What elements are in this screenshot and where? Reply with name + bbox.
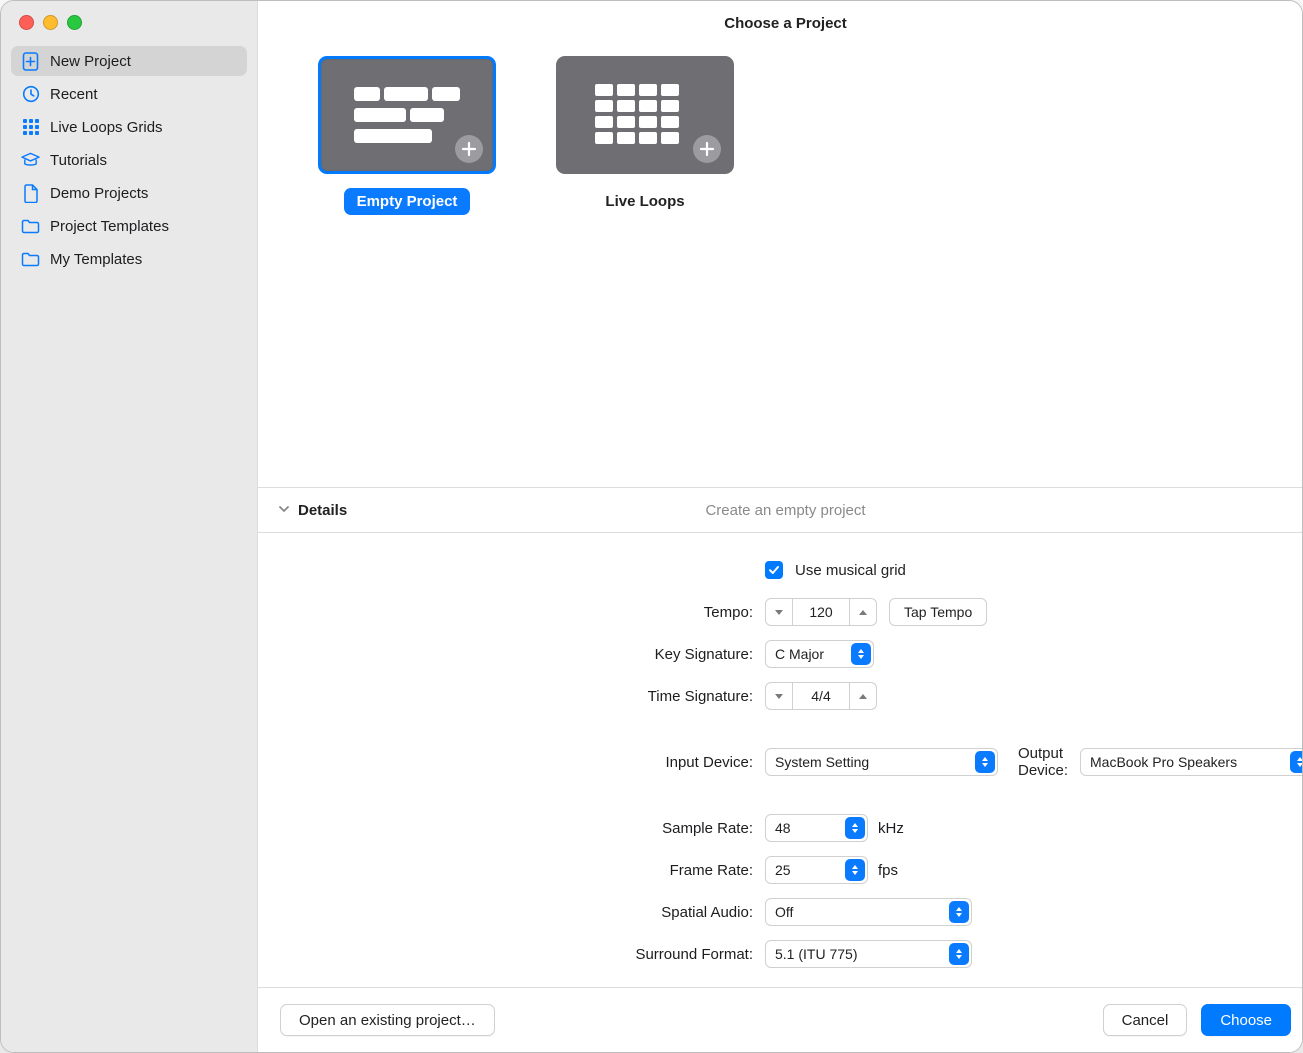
details-body: Use musical grid Tempo: 120 Tap Tempo: [258, 532, 1303, 987]
tempo-increment[interactable]: [849, 599, 876, 625]
sidebar-item-label: Recent: [50, 86, 98, 103]
sample-rate-label: Sample Rate:: [258, 820, 753, 837]
grid-icon: [21, 118, 40, 137]
tap-tempo-button[interactable]: Tap Tempo: [889, 598, 987, 626]
spatial-audio-select[interactable]: Off: [765, 898, 972, 926]
plus-badge-icon: [693, 135, 721, 163]
minimize-window-button[interactable]: [43, 15, 58, 30]
titlebar: Choose a Project: [258, 1, 1303, 46]
details-header: Details Create an empty project: [258, 487, 1303, 532]
sidebar-item-project-templates[interactable]: Project Templates: [11, 211, 247, 241]
clock-icon: [21, 85, 40, 104]
popup-arrows-icon: [845, 817, 865, 839]
sidebar-item-label: My Templates: [50, 251, 142, 268]
time-signature-stepper[interactable]: 4/4: [765, 682, 877, 710]
template-tile: [556, 56, 734, 174]
time-signature-label: Time Signature:: [258, 688, 753, 705]
output-device-select[interactable]: MacBook Pro Speakers: [1080, 748, 1303, 776]
frame-rate-unit: fps: [878, 862, 898, 879]
plus-badge-icon: [455, 135, 483, 163]
popup-arrows-icon: [949, 943, 969, 965]
sidebar-list: New Project Recent Live Loops Grids: [1, 46, 257, 277]
cancel-button[interactable]: Cancel: [1103, 1004, 1188, 1036]
template-card-label: Live Loops: [592, 188, 697, 215]
sidebar-item-tutorials[interactable]: Tutorials: [11, 145, 247, 175]
sidebar-item-live-loops-grids[interactable]: Live Loops Grids: [11, 112, 247, 142]
main-content: Choose a Project Empty Proj: [258, 1, 1303, 1052]
tracks-icon: [354, 87, 460, 143]
footer: Open an existing project… Cancel Choose: [258, 987, 1303, 1052]
file-plus-icon: [21, 52, 40, 71]
input-device-select[interactable]: System Setting: [765, 748, 998, 776]
output-device-label: Output Device:: [1018, 745, 1068, 779]
sidebar-item-label: Demo Projects: [50, 185, 148, 202]
open-existing-project-button[interactable]: Open an existing project…: [280, 1004, 495, 1036]
grid-tile-icon: [595, 84, 695, 146]
popup-arrows-icon: [975, 751, 995, 773]
template-card-label: Empty Project: [344, 188, 471, 215]
input-device-label: Input Device:: [258, 754, 753, 771]
tempo-decrement[interactable]: [766, 599, 793, 625]
details-disclosure[interactable]: Details: [278, 502, 347, 519]
tempo-label: Tempo:: [258, 604, 753, 621]
folder-icon: [21, 250, 40, 269]
frame-rate-value: 25: [775, 862, 843, 878]
checkbox-checked-icon: [765, 561, 783, 579]
spatial-audio-value: Off: [775, 904, 947, 920]
key-signature-value: C Major: [775, 646, 849, 662]
graduation-icon: [21, 151, 40, 170]
spatial-audio-label: Spatial Audio:: [258, 904, 753, 921]
output-device-value: MacBook Pro Speakers: [1090, 754, 1288, 770]
choose-button[interactable]: Choose: [1201, 1004, 1291, 1036]
details-description: Create an empty project: [705, 502, 865, 519]
popup-arrows-icon: [845, 859, 865, 881]
frame-rate-label: Frame Rate:: [258, 862, 753, 879]
tempo-stepper[interactable]: 120: [765, 598, 877, 626]
sidebar-item-new-project[interactable]: New Project: [11, 46, 247, 76]
popup-arrows-icon: [949, 901, 969, 923]
window-controls: [1, 1, 257, 46]
project-chooser-window: New Project Recent Live Loops Grids: [0, 0, 1303, 1053]
zoom-window-button[interactable]: [67, 15, 82, 30]
file-music-icon: [21, 184, 40, 203]
close-window-button[interactable]: [19, 15, 34, 30]
sample-rate-select[interactable]: 48: [765, 814, 868, 842]
time-signature-increment[interactable]: [849, 683, 876, 709]
sample-rate-value: 48: [775, 820, 843, 836]
input-device-value: System Setting: [775, 754, 973, 770]
sample-rate-unit: kHz: [878, 820, 904, 837]
template-card-live-loops[interactable]: Live Loops: [556, 56, 734, 215]
sidebar-item-label: Project Templates: [50, 218, 169, 235]
use-musical-grid-label: Use musical grid: [795, 562, 906, 579]
sidebar-item-my-templates[interactable]: My Templates: [11, 244, 247, 274]
window-title: Choose a Project: [724, 15, 847, 32]
sidebar-item-recent[interactable]: Recent: [11, 79, 247, 109]
use-musical-grid-checkbox[interactable]: Use musical grid: [765, 561, 906, 579]
popup-arrows-icon: [1290, 751, 1303, 773]
chevron-down-icon: [278, 502, 290, 519]
template-gallery: Empty Project Li: [258, 46, 1303, 487]
sidebar-item-label: Live Loops Grids: [50, 119, 163, 136]
sidebar-item-demo-projects[interactable]: Demo Projects: [11, 178, 247, 208]
frame-rate-select[interactable]: 25: [765, 856, 868, 884]
tempo-value[interactable]: 120: [793, 599, 849, 625]
surround-format-label: Surround Format:: [258, 946, 753, 963]
folder-icon: [21, 217, 40, 236]
template-card-empty-project[interactable]: Empty Project: [318, 56, 496, 215]
surround-format-value: 5.1 (ITU 775): [775, 946, 947, 962]
sidebar: New Project Recent Live Loops Grids: [1, 1, 258, 1052]
sidebar-item-label: Tutorials: [50, 152, 107, 169]
template-tile: [318, 56, 496, 174]
key-signature-label: Key Signature:: [258, 646, 753, 663]
time-signature-value[interactable]: 4/4: [793, 683, 849, 709]
time-signature-decrement[interactable]: [766, 683, 793, 709]
popup-arrows-icon: [851, 643, 871, 665]
details-header-label: Details: [298, 502, 347, 519]
surround-format-select[interactable]: 5.1 (ITU 775): [765, 940, 972, 968]
key-signature-select[interactable]: C Major: [765, 640, 874, 668]
sidebar-item-label: New Project: [50, 53, 131, 70]
